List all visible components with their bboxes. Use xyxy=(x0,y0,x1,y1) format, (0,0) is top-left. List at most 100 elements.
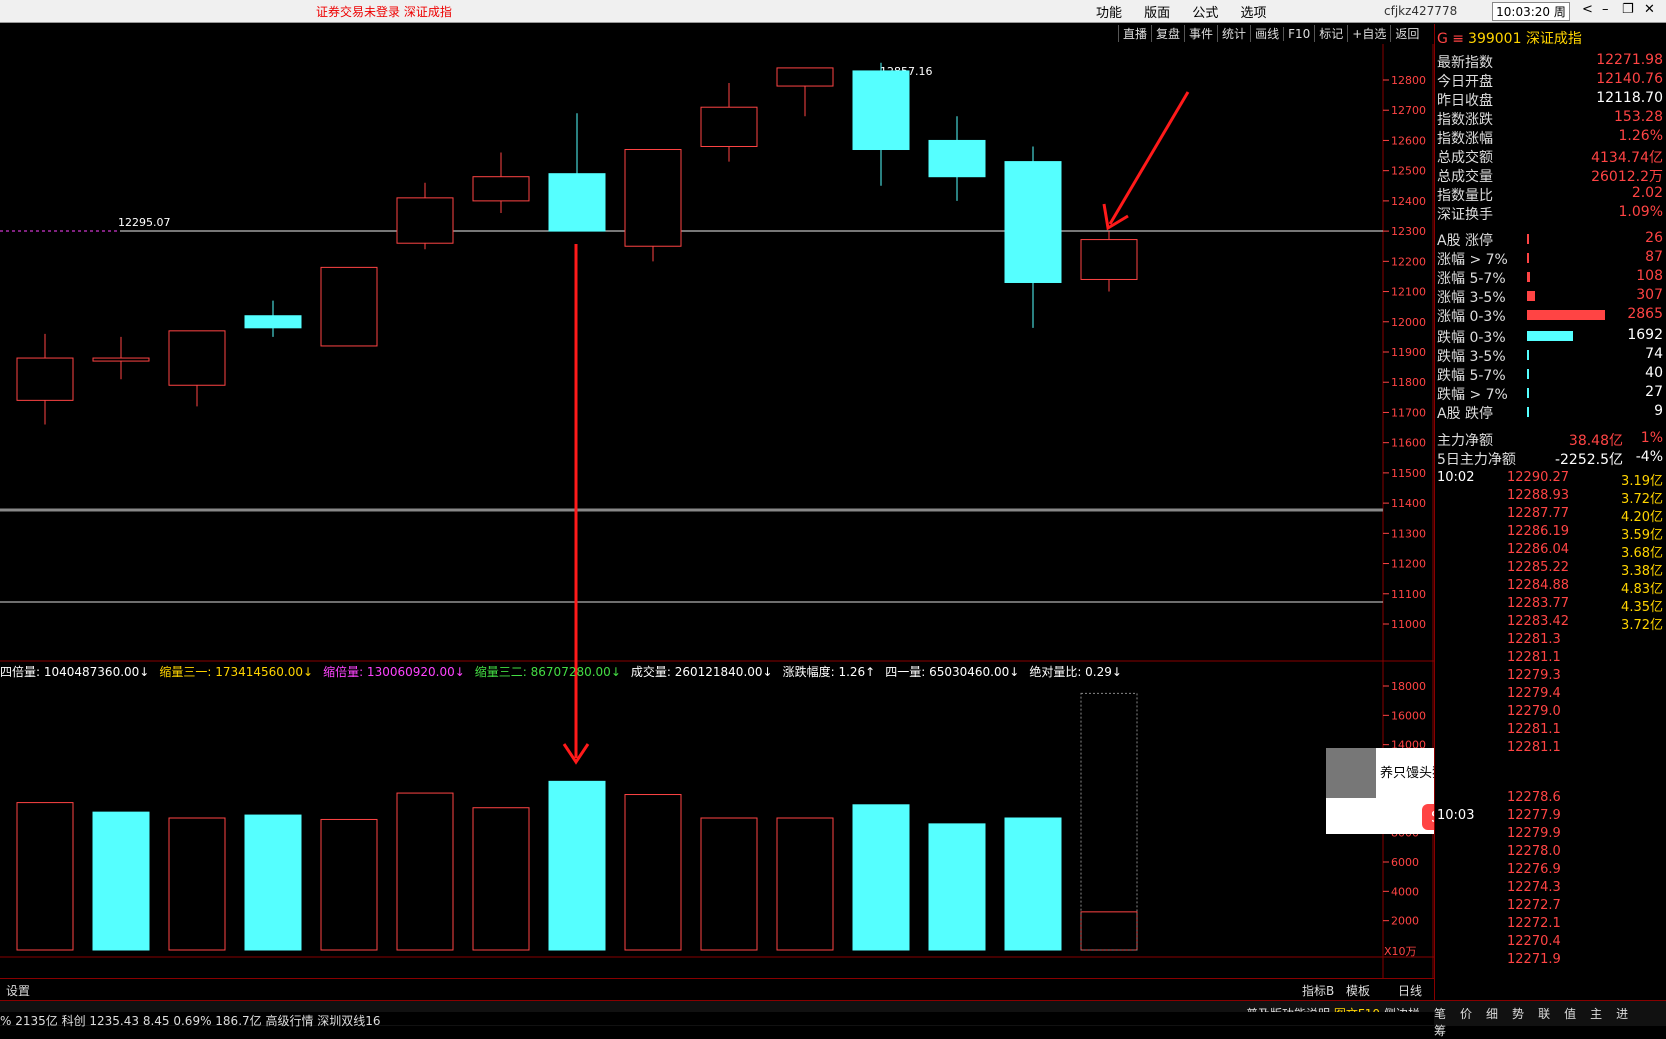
candle-body[interactable] xyxy=(472,176,530,202)
volume-bar[interactable] xyxy=(548,780,606,951)
tick-row: 12279.9 xyxy=(1437,826,1665,844)
price-axis: 12800 12700 12600 12500 12400 12300 12200 12100… xyxy=(1383,74,1426,631)
tick-row: 12272.1 xyxy=(1437,916,1665,934)
price-tick-label: 11500 xyxy=(1391,467,1426,480)
tab-bi[interactable]: 笔 xyxy=(1434,1007,1446,1021)
price-tick-label: 11700 xyxy=(1391,406,1426,419)
breadth-bar xyxy=(1527,234,1529,244)
candle-body[interactable] xyxy=(928,139,986,178)
tick-price: 12288.93 xyxy=(1507,488,1570,503)
volume-bar[interactable] xyxy=(1004,817,1062,951)
volume-bar[interactable] xyxy=(168,817,226,951)
volume-bar[interactable] xyxy=(928,823,986,951)
stat-label: 今日开盘 xyxy=(1437,74,1493,90)
volume-bar[interactable] xyxy=(852,804,910,951)
candle-body[interactable] xyxy=(92,357,150,362)
stat-label: 深证换手 xyxy=(1437,207,1493,223)
candle-body[interactable] xyxy=(624,149,682,247)
breadth-value: 108 xyxy=(1636,268,1663,284)
index-name: 深证成指 xyxy=(1525,31,1582,47)
stat-row: 指数涨跌 153.28 xyxy=(1437,109,1665,128)
stat-label: 昨日收盘 xyxy=(1437,93,1493,109)
tick-row: 12281.1 xyxy=(1437,740,1665,758)
stat-row: 深证换手 1.09% xyxy=(1437,204,1665,223)
back-icon[interactable]: < xyxy=(1582,2,1593,17)
volume-bar[interactable] xyxy=(396,792,454,951)
price-tick-label: 12600 xyxy=(1391,134,1426,147)
tick-price: 12286.19 xyxy=(1507,524,1570,539)
template-button[interactable]: 模板 xyxy=(1346,982,1370,999)
price-tick-label: 12000 xyxy=(1391,316,1426,329)
breadth-row: 涨幅 0-3% 2865 xyxy=(1437,306,1665,325)
stat-row: 今日开盘 12140.76 xyxy=(1437,71,1665,90)
breadth-label: 跌幅 > 7% xyxy=(1437,387,1508,403)
volume-bar[interactable] xyxy=(624,794,682,951)
tick-price: 12285.22 xyxy=(1507,560,1570,575)
volume-bar[interactable] xyxy=(16,802,74,951)
candle-body[interactable] xyxy=(700,106,758,147)
g-icon: G ≡ xyxy=(1437,31,1465,47)
volume-bar[interactable] xyxy=(244,814,302,951)
candle-body[interactable] xyxy=(548,173,606,232)
tick-row: 12279.4 xyxy=(1437,686,1665,704)
candle-body[interactable] xyxy=(776,67,834,87)
stat-value: 4134.74亿 xyxy=(1591,150,1663,166)
tick-price: 12279.3 xyxy=(1507,668,1561,683)
volume-bar[interactable] xyxy=(92,811,150,951)
tick-price: 12281.1 xyxy=(1507,650,1561,665)
candle-body[interactable] xyxy=(320,266,378,347)
breadth-label: A股 涨停 xyxy=(1437,233,1494,249)
breadth-value: 74 xyxy=(1645,346,1663,362)
candle-body[interactable] xyxy=(168,330,226,386)
tab-shi[interactable]: 势 xyxy=(1512,1007,1524,1021)
tick-price: 12278.0 xyxy=(1507,844,1561,859)
tab-chou[interactable]: 筹 xyxy=(1434,1024,1446,1038)
candle-body[interactable] xyxy=(244,315,302,329)
volume-bar[interactable] xyxy=(1080,911,1138,951)
chart-settings-bar: 设置 指标B 模板 日线 xyxy=(0,978,1434,999)
kline-chart[interactable]: 12295.07 12857.16 1280012700126001250012… xyxy=(0,0,1434,1000)
candle-body[interactable] xyxy=(16,357,74,401)
tab-zhu[interactable]: 主 xyxy=(1590,1007,1602,1021)
indicator-button[interactable]: 指标B xyxy=(1302,982,1334,999)
candle-body[interactable] xyxy=(1004,161,1062,283)
settings-button[interactable]: 设置 xyxy=(6,982,30,999)
tick-row: 12286.19 3.59亿 xyxy=(1437,524,1665,543)
close-icon[interactable]: ✕ xyxy=(1644,2,1655,17)
breadth-bar xyxy=(1527,407,1529,417)
tab-jin[interactable]: 进 xyxy=(1616,1007,1628,1021)
breadth-row: 涨幅 5-7% 108 xyxy=(1437,268,1665,287)
tick-row: 12283.77 4.35亿 xyxy=(1437,596,1665,615)
stat-row: 指数涨幅 1.26% xyxy=(1437,128,1665,147)
volume-bar[interactable] xyxy=(472,807,530,951)
tab-lian[interactable]: 联 xyxy=(1538,1007,1550,1021)
tab-xi[interactable]: 细 xyxy=(1486,1007,1498,1021)
volume-bar[interactable] xyxy=(776,817,834,951)
tick-price: 12276.9 xyxy=(1507,862,1561,877)
tick-time: 10:03 xyxy=(1437,808,1475,823)
candle-body[interactable] xyxy=(396,197,454,244)
flow-pct: 1% xyxy=(1640,430,1663,446)
candle-body[interactable] xyxy=(852,70,910,151)
tick-amount: 3.38亿 xyxy=(1621,564,1663,579)
stat-label: 总成交量 xyxy=(1437,169,1493,185)
volume-indicator: 涨跌幅度: 1.26↑ xyxy=(782,665,876,679)
tab-zhi[interactable]: 值 xyxy=(1564,1007,1576,1021)
volume-tick-label: 6000 xyxy=(1391,856,1419,869)
minimize-icon[interactable]: – xyxy=(1602,2,1609,17)
volume-tick-label: 4000 xyxy=(1391,885,1419,898)
candle-body[interactable] xyxy=(1080,239,1138,280)
breadth-value: 2865 xyxy=(1627,306,1663,322)
breadth-label: 涨幅 5-7% xyxy=(1437,271,1506,287)
volume-indicator: 缩量三二: 86707280.00↓ xyxy=(474,665,621,679)
stat-row: 昨日收盘 12118.70 xyxy=(1437,90,1665,109)
period-label[interactable]: 日线 xyxy=(1398,982,1422,999)
restore-icon[interactable]: ❐ xyxy=(1622,2,1634,17)
tab-jia[interactable]: 价 xyxy=(1460,1007,1472,1021)
volume-indicator: 四倍量: 1040487360.00↓ xyxy=(0,665,150,679)
breadth-bar xyxy=(1527,310,1605,320)
stat-row: 总成交额 4134.74亿 xyxy=(1437,147,1665,166)
volume-bar[interactable] xyxy=(320,818,378,951)
stat-value: 1.26% xyxy=(1618,128,1663,144)
volume-bar[interactable] xyxy=(700,817,758,951)
